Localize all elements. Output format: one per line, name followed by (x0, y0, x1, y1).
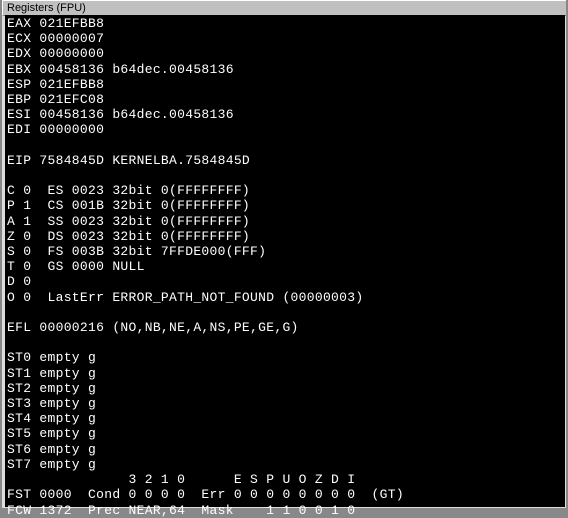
flag-line[interactable]: A 1 SS 0023 32bit 0(FFFFFFFF) (7, 214, 250, 229)
flag-line[interactable]: Z 0 DS 0023 32bit 0(FFFFFFFF) (7, 229, 250, 244)
flag-line[interactable]: T 0 GS 0000 NULL (7, 259, 145, 274)
register-line[interactable]: 3 2 1 0 E S P U O Z D I (7, 472, 355, 487)
fpu-stack-line[interactable]: ST0 empty g (7, 350, 96, 365)
gpreg-line[interactable]: EDI 00000000 (7, 122, 104, 137)
gpreg-line[interactable]: EAX 021EFBB8 (7, 16, 104, 31)
flag-line[interactable]: C 0 ES 0023 32bit 0(FFFFFFFF) (7, 183, 250, 198)
eip-line[interactable]: EIP 7584845D KERNELBA.7584845D (7, 153, 250, 168)
gpreg-line[interactable]: EDX 00000000 (7, 46, 104, 61)
gpreg-line[interactable]: EBX 00458136 b64dec.00458136 (7, 62, 234, 77)
fpu-stack-line[interactable]: ST7 empty g (7, 457, 96, 472)
registers-panel: Registers (FPU) EAX 021EFBB8 ECX 0000000… (2, 0, 566, 508)
panel-title: Registers (FPU) (2, 0, 566, 16)
efl-line[interactable]: EFL 00000216 (NO,NB,NE,A,NS,PE,GE,G) (7, 320, 299, 335)
fpu-stack-line[interactable]: ST1 empty g (7, 366, 96, 381)
flag-line[interactable]: P 1 CS 001B 32bit 0(FFFFFFFF) (7, 198, 250, 213)
gpreg-line[interactable]: EBP 021EFC08 (7, 92, 104, 107)
fpu-stack-line[interactable]: ST5 empty g (7, 426, 96, 441)
fpu-stack-line[interactable]: ST3 empty g (7, 396, 96, 411)
fpu-stack-line[interactable]: ST2 empty g (7, 381, 96, 396)
gpreg-line[interactable]: ECX 00000007 (7, 31, 104, 46)
fcw-line[interactable]: FCW 1372 Prec NEAR,64 Mask 1 1 0 0 1 0 (7, 503, 355, 518)
flag-line[interactable]: S 0 FS 003B 32bit 7FFDE000(FFF) (7, 244, 266, 259)
fpu-stack-line[interactable]: ST4 empty g (7, 411, 96, 426)
gpreg-line[interactable]: ESI 00458136 b64dec.00458136 (7, 107, 234, 122)
fst-line[interactable]: FST 0000 Cond 0 0 0 0 Err 0 0 0 0 0 0 0 … (7, 487, 404, 502)
gpreg-line[interactable]: ESP 021EFBB8 (7, 77, 104, 92)
flag-line[interactable]: D 0 (7, 274, 31, 289)
flag-line[interactable]: O 0 LastErr ERROR_PATH_NOT_FOUND (000000… (7, 290, 363, 305)
registers-content[interactable]: EAX 021EFBB8 ECX 00000007 EDX 00000000 E… (5, 15, 565, 507)
fpu-stack-line[interactable]: ST6 empty g (7, 442, 96, 457)
